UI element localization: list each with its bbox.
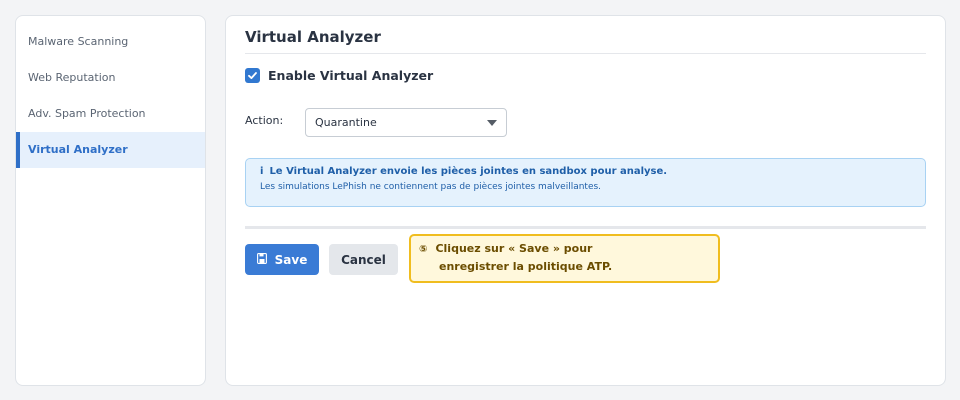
sidebar: Malware Scanning Web Reputation Adv. Spa… xyxy=(15,15,206,386)
sidebar-item-virtual-analyzer[interactable]: Virtual Analyzer xyxy=(16,132,205,168)
save-button[interactable]: Save xyxy=(245,244,319,275)
title-divider xyxy=(245,53,926,54)
info-banner-text: Le Virtual Analyzer envoie les pièces jo… xyxy=(269,166,668,177)
step-number: ⑤ xyxy=(419,244,428,255)
check-icon xyxy=(248,72,257,79)
cancel-button[interactable]: Cancel xyxy=(329,244,398,275)
tooltip-text-1: Cliquez sur « Save » pour xyxy=(435,242,593,255)
page-title: Virtual Analyzer xyxy=(245,28,381,46)
enable-virtual-analyzer-label: Enable Virtual Analyzer xyxy=(268,68,434,83)
action-label: Action: xyxy=(245,114,284,127)
info-banner-line2: Les simulations LePhish ne contiennent p… xyxy=(260,182,602,192)
sidebar-item-adv-spam-protection[interactable]: Adv. Spam Protection xyxy=(16,96,205,132)
main-panel: Virtual Analyzer Enable Virtual Analyzer… xyxy=(225,15,946,386)
info-banner-line1: i Le Virtual Analyzer envoie les pièces j… xyxy=(260,166,925,177)
divider xyxy=(245,226,926,229)
tooltip-line1: ⑤ Cliquez sur « Save » pour xyxy=(419,240,718,258)
action-selected-value: Quarantine xyxy=(315,116,377,129)
enable-virtual-analyzer-row[interactable]: Enable Virtual Analyzer xyxy=(245,68,433,83)
save-button-label: Save xyxy=(274,252,308,267)
save-icon xyxy=(256,252,267,267)
step-tooltip: ⑤ Cliquez sur « Save » pour enregistrer l… xyxy=(409,234,720,283)
action-select[interactable]: Quarantine xyxy=(305,108,507,137)
tooltip-line2: enregistrer la politique ATP. xyxy=(439,260,613,273)
info-icon: i xyxy=(260,166,264,177)
info-banner: i Le Virtual Analyzer envoie les pièces j… xyxy=(245,158,926,207)
chevron-down-icon xyxy=(487,120,497,126)
sidebar-item-malware-scanning[interactable]: Malware Scanning xyxy=(16,24,205,60)
enable-virtual-analyzer-checkbox[interactable] xyxy=(245,68,260,83)
sidebar-item-web-reputation[interactable]: Web Reputation xyxy=(16,60,205,96)
